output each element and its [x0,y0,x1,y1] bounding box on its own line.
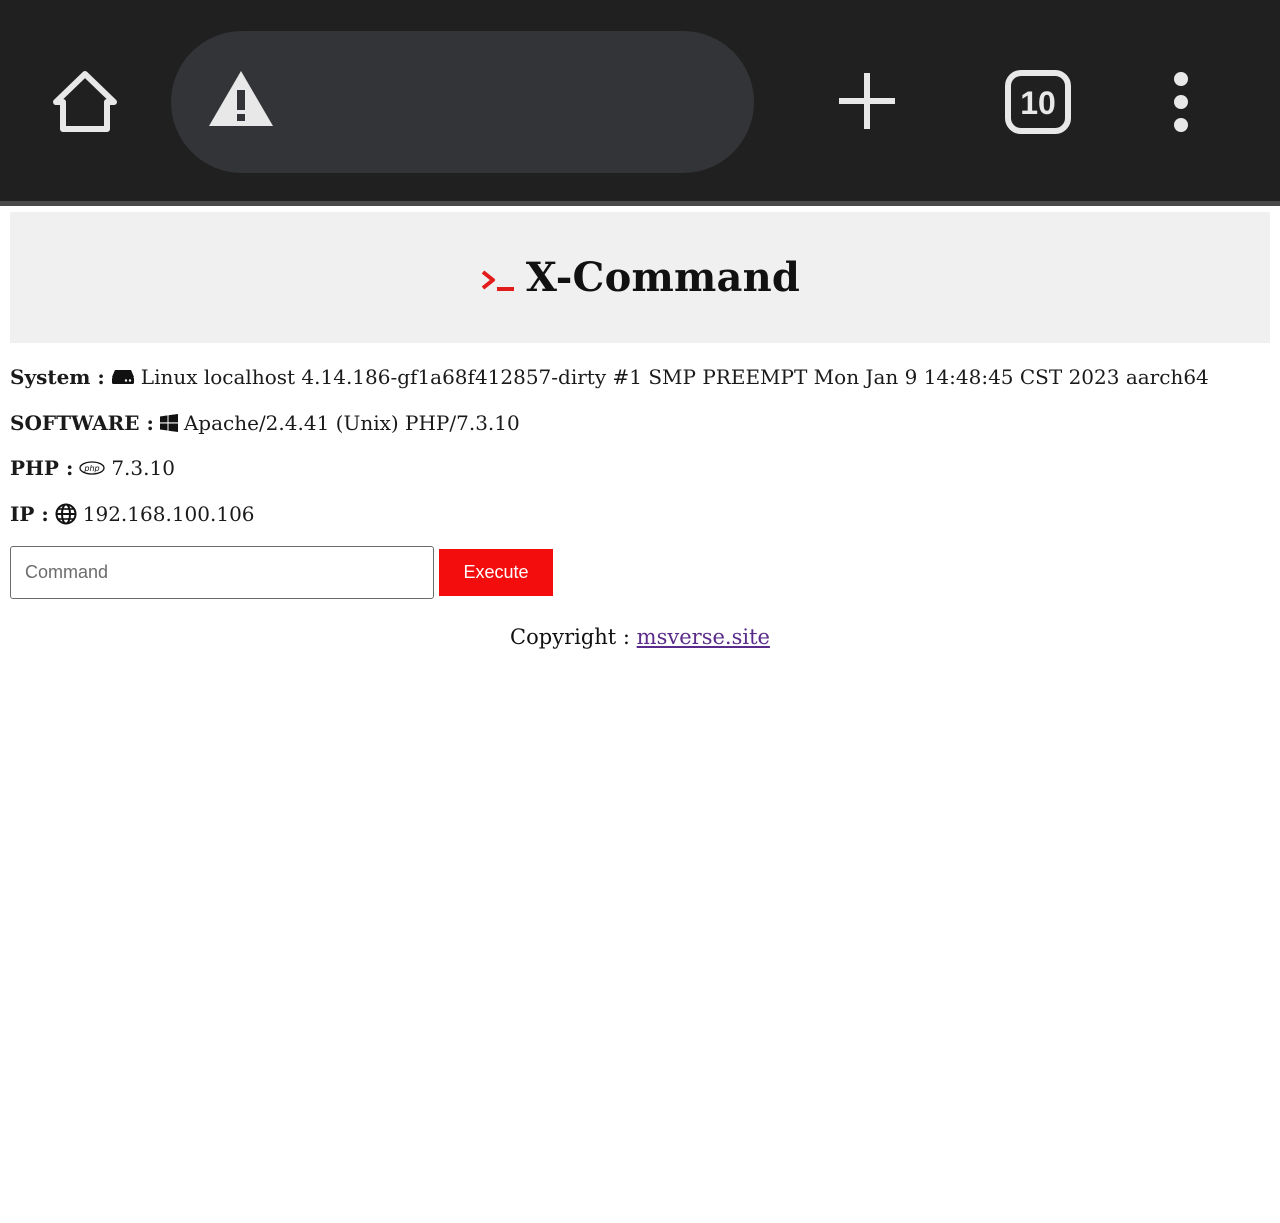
php-row: PHP : php 7.3.10 [10,455,1270,481]
copyright-label: Copyright : [510,625,630,649]
ip-row: IP : 192.168.100.106 [10,501,1270,527]
page-title: X-Command [525,254,801,301]
system-label: System : [10,365,105,389]
plus-icon [839,73,895,129]
address-bar[interactable] [171,31,754,173]
footer: Copyright : msverse.site [10,625,1270,649]
kebab-menu-icon [1174,72,1188,132]
browser-menu-button[interactable] [1166,70,1196,134]
system-row: System : Linux localhost 4.14.186-gf1a68… [10,364,1270,390]
copyright-link[interactable]: msverse.site [637,625,770,649]
command-input[interactable] [10,546,434,599]
home-icon [53,71,117,132]
browser-toolbar: 10 [0,0,1280,201]
software-row: SOFTWARE : Apache/2.4.41 (Unix) PHP/7.3.… [10,410,1270,436]
ip-value: 192.168.100.106 [82,501,255,526]
windows-icon [159,413,178,432]
software-label: SOFTWARE : [10,410,154,435]
page-content: X-Command System : Linux localhost 4.14.… [0,206,1280,649]
server-info: System : Linux localhost 4.14.186-gf1a68… [10,364,1270,527]
hdd-icon [111,370,134,384]
command-form: Execute [10,546,1270,599]
tab-count-icon: 10 [1005,70,1071,134]
page-header: X-Command [10,212,1270,343]
tab-switcher-button[interactable]: 10 [1005,70,1071,134]
tab-count: 10 [1020,85,1056,121]
svg-text:php: php [84,464,100,473]
site-info-button[interactable] [207,68,275,130]
terminal-prompt-icon [481,269,514,291]
new-tab-button[interactable] [836,70,898,132]
system-value: Linux localhost 4.14.186-gf1a68f412857-d… [140,365,1209,389]
warning-icon [209,71,273,126]
software-value: Apache/2.4.41 (Unix) PHP/7.3.10 [183,410,520,435]
php-value: 7.3.10 [111,456,175,480]
home-button[interactable] [50,66,120,136]
globe-icon [55,503,77,524]
php-label: PHP : [10,456,74,480]
ip-label: IP : [10,501,49,526]
php-icon: php [79,461,105,475]
execute-button[interactable]: Execute [439,549,553,596]
